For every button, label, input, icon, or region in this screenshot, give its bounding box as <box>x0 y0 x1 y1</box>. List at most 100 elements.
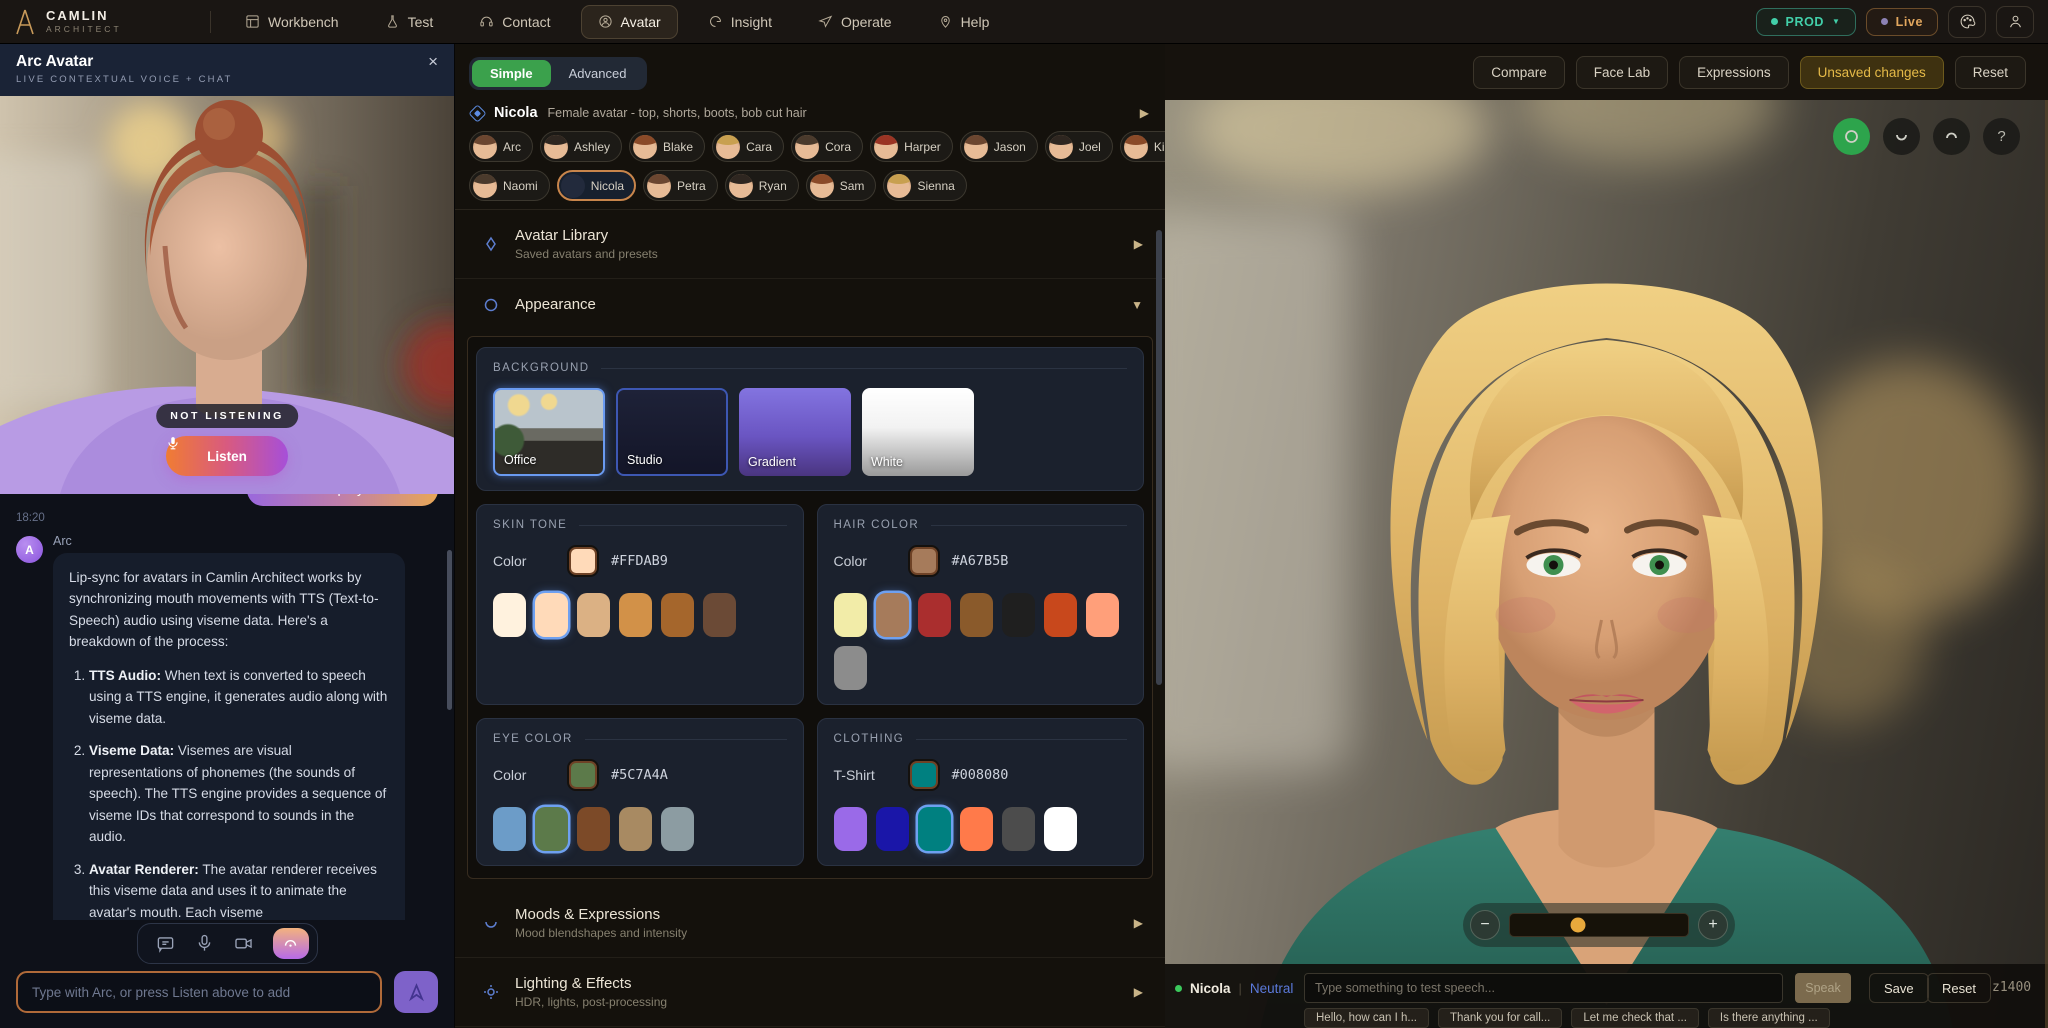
nav-item-workbench[interactable]: Workbench <box>229 5 355 39</box>
clothing-swatch[interactable] <box>1002 807 1035 851</box>
arc-mode-button[interactable] <box>273 928 309 959</box>
chat-input[interactable] <box>16 971 382 1013</box>
speak-button[interactable]: Speak <box>1795 973 1851 1003</box>
avatar-chip-cara[interactable]: Cara <box>712 131 784 162</box>
nav-item-contact[interactable]: Contact <box>463 5 566 39</box>
chat-scrollbar[interactable] <box>447 550 452 710</box>
hair-color-swatch[interactable] <box>1002 593 1035 637</box>
section-lighting[interactable]: Lighting & Effects HDR, lights, post-pro… <box>455 958 1165 1027</box>
current-avatar-row[interactable]: Nicola Female avatar - top, shorts, boot… <box>455 90 1165 131</box>
avatar-chip-nicola[interactable]: Nicola <box>557 170 636 201</box>
face-lab-button[interactable]: Face Lab <box>1576 56 1668 89</box>
video-mode-icon[interactable] <box>234 934 253 953</box>
section-moods[interactable]: Moods & Expressions Mood blendshapes and… <box>455 889 1165 958</box>
hair-color-swatch[interactable] <box>1086 593 1119 637</box>
avatar-chip-petra[interactable]: Petra <box>643 170 718 201</box>
section-appearance[interactable]: Appearance ▼ <box>455 279 1165 330</box>
clothing-swatch[interactable] <box>876 807 909 851</box>
nav-item-avatar[interactable]: Avatar <box>581 5 678 39</box>
avatar-chip-ashley[interactable]: Ashley <box>540 131 622 162</box>
expression-smile-button[interactable] <box>1883 118 1920 155</box>
quick-phrase-chip[interactable]: Hello, how can I h... <box>1304 1008 1429 1028</box>
skin-color-preview[interactable] <box>569 547 597 575</box>
zoom-handle[interactable] <box>1570 918 1585 933</box>
chat-history[interactable]: How does lip-sync work? 18:20 A Arc Lip-… <box>0 494 454 920</box>
mic-mode-icon[interactable] <box>195 934 214 953</box>
zoom-out-button[interactable]: − <box>1470 910 1500 940</box>
environment-selector[interactable]: PROD ▼ <box>1756 8 1856 36</box>
tab-simple[interactable]: Simple <box>472 60 551 87</box>
expression-arc-button[interactable] <box>1933 118 1970 155</box>
speech-test-input[interactable] <box>1304 973 1783 1003</box>
hair-color-swatch[interactable] <box>834 593 867 637</box>
listen-button[interactable]: Listen <box>166 436 288 476</box>
help-button[interactable]: ? <box>1983 118 2020 155</box>
hair-color-swatch[interactable] <box>960 593 993 637</box>
nav-item-insight[interactable]: Insight <box>692 5 788 39</box>
reset-button[interactable]: Reset <box>1927 973 1991 1003</box>
quick-phrase-chip[interactable]: Thank you for call... <box>1438 1008 1562 1028</box>
avatar-chip-jason[interactable]: Jason <box>960 131 1038 162</box>
eye-color-swatch[interactable] <box>619 807 652 851</box>
background-option-studio[interactable]: Studio <box>616 388 728 476</box>
unsaved-changes-button[interactable]: Unsaved changes <box>1800 56 1944 89</box>
nav-item-operate[interactable]: Operate <box>802 5 908 39</box>
section-avatar-library[interactable]: Avatar Library Saved avatars and presets… <box>455 210 1165 279</box>
clothing-swatch[interactable] <box>960 807 993 851</box>
close-icon[interactable]: × <box>428 53 438 70</box>
account-button[interactable] <box>1996 6 2034 38</box>
eye-color-swatch[interactable] <box>661 807 694 851</box>
eye-color-swatch[interactable] <box>535 807 568 851</box>
avatar-chip-ryan[interactable]: Ryan <box>725 170 799 201</box>
chat-mode-icon[interactable] <box>156 934 175 953</box>
skin-tone-swatch[interactable] <box>535 593 568 637</box>
clothing-swatch[interactable] <box>918 807 951 851</box>
eye-color-swatch[interactable] <box>493 807 526 851</box>
compare-button[interactable]: Compare <box>1473 56 1565 89</box>
send-button[interactable] <box>394 971 438 1013</box>
clothing-swatch[interactable] <box>834 807 867 851</box>
save-button[interactable]: Save <box>1869 973 1929 1003</box>
avatar-chip-sienna[interactable]: Sienna <box>883 170 966 201</box>
tshirt-color-preview[interactable] <box>910 761 938 789</box>
hair-color-swatch[interactable] <box>1044 593 1077 637</box>
background-option-office[interactable]: Office <box>493 388 605 476</box>
avatar-chip-blake[interactable]: Blake <box>629 131 705 162</box>
quick-phrase-chip[interactable]: Let me check that ... <box>1571 1008 1699 1028</box>
skin-tone-swatch[interactable] <box>619 593 652 637</box>
avatar-chip-kiera[interactable]: Kiera <box>1120 131 1165 162</box>
nav-item-test[interactable]: Test <box>369 5 450 39</box>
avatar-chip-naomi[interactable]: Naomi <box>469 170 550 201</box>
avatar-chip-harper[interactable]: Harper <box>870 131 953 162</box>
hair-color-preview[interactable] <box>910 547 938 575</box>
theme-palette-button[interactable] <box>1948 6 1986 38</box>
background-option-white[interactable]: White <box>862 388 974 476</box>
zoom-track[interactable] <box>1509 913 1689 937</box>
skin-tone-swatch[interactable] <box>577 593 610 637</box>
editor-scrollbar[interactable] <box>1156 230 1162 685</box>
avatar-chip-joel[interactable]: Joel <box>1045 131 1113 162</box>
background-option-gradient[interactable]: Gradient <box>739 388 851 476</box>
tab-advanced[interactable]: Advanced <box>551 60 645 87</box>
avatar-chip-arc[interactable]: Arc <box>469 131 533 162</box>
hair-color-swatch[interactable] <box>876 593 909 637</box>
reset-button[interactable]: Reset <box>1955 56 2026 89</box>
zoom-in-button[interactable]: + <box>1698 910 1728 940</box>
avatar-chip-sam[interactable]: Sam <box>806 170 877 201</box>
avatar-chip-cora[interactable]: Cora <box>791 131 863 162</box>
hair-color-swatch[interactable] <box>834 646 867 690</box>
nav-item-help[interactable]: Help <box>922 5 1006 39</box>
avatar-3d-viewport[interactable]: ? − + Nicola | Neutral Speak Save <box>1165 100 2048 1028</box>
record-circle-button[interactable] <box>1833 118 1870 155</box>
quick-phrase-chip[interactable]: Is there anything ... <box>1708 1008 1830 1028</box>
hair-color-swatch[interactable] <box>918 593 951 637</box>
skin-tone-swatch[interactable] <box>703 593 736 637</box>
expressions-button[interactable]: Expressions <box>1679 56 1789 89</box>
mood-label[interactable]: Neutral <box>1250 981 1294 996</box>
live-toggle[interactable]: Live <box>1866 8 1938 36</box>
skin-tone-swatch[interactable] <box>661 593 694 637</box>
skin-tone-swatch[interactable] <box>493 593 526 637</box>
eye-color-swatch[interactable] <box>577 807 610 851</box>
eye-color-preview[interactable] <box>569 761 597 789</box>
clothing-swatch[interactable] <box>1044 807 1077 851</box>
